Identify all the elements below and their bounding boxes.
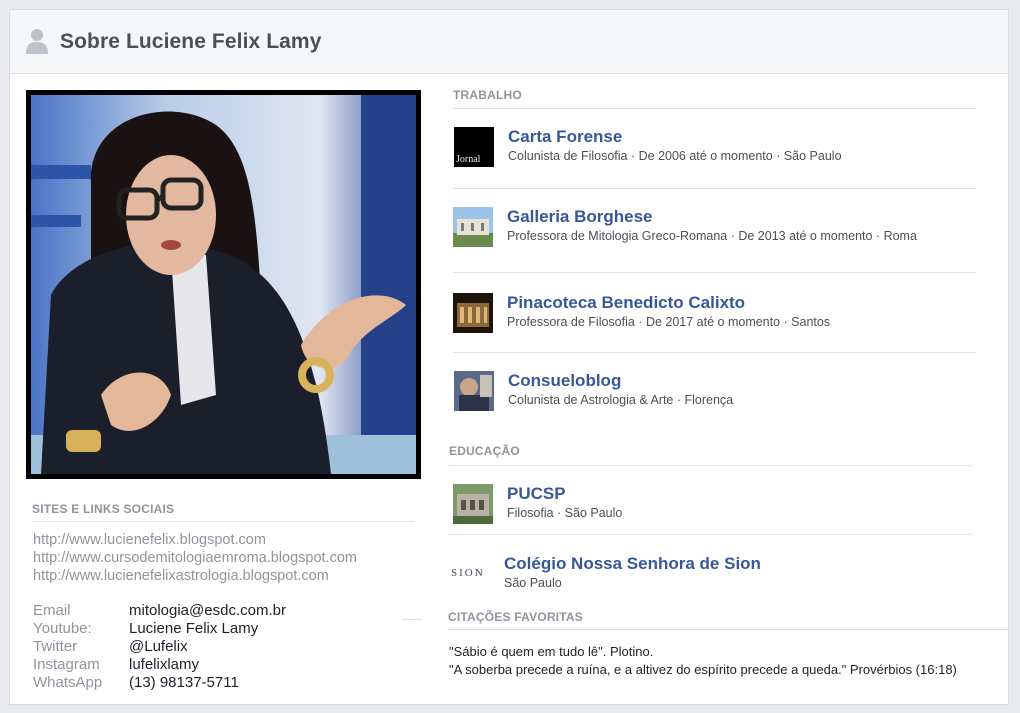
divider	[448, 629, 1008, 630]
sion-logo: SION	[450, 554, 490, 594]
education-name[interactable]: Colégio Nossa Senhora de Sion	[504, 554, 761, 574]
contact-row-youtube: Youtube: Luciene Felix Lamy	[33, 620, 286, 638]
divider	[453, 108, 976, 109]
contact-value[interactable]: @Lufelix	[129, 638, 188, 656]
work-section-title: TRABALHO	[453, 88, 522, 102]
contact-label: Email	[33, 602, 71, 619]
quote-line: "A soberba precede a ruína, e a altivez …	[449, 662, 957, 677]
divider	[449, 465, 972, 466]
about-header: Sobre Luciene Felix Lamy	[10, 10, 1008, 74]
contact-row-instagram: Instagram lufelixlamy	[33, 656, 286, 674]
contact-list: Email mitologia@esdc.com.br Youtube: Luc…	[33, 602, 286, 692]
education-name[interactable]: PUCSP	[507, 484, 566, 504]
logo-text: SION	[451, 567, 485, 579]
quote-line: "Sábio é quem em tudo lê". Plotino.	[449, 644, 654, 659]
pucsp-logo	[453, 484, 493, 524]
education-item-pucsp[interactable]: PUCSP Filosofia · São Paulo	[453, 484, 993, 526]
divider	[32, 521, 414, 522]
contact-value[interactable]: Luciene Felix Lamy	[129, 620, 258, 638]
work-name[interactable]: Consueloblog	[508, 371, 621, 391]
work-name[interactable]: Pinacoteca Benedicto Calixto	[507, 293, 745, 313]
profile-photo[interactable]	[26, 90, 421, 479]
consueloblog-logo	[454, 371, 494, 411]
education-section-title: EDUCAÇÃO	[449, 444, 520, 458]
logo-text: Jornal	[456, 154, 481, 165]
favorite-quotes: "Sábio é quem em tudo lê". Plotino. "A s…	[449, 643, 957, 679]
divider	[453, 352, 976, 353]
contact-value[interactable]: (13) 98137-5711	[129, 674, 239, 692]
about-card: Sobre Luciene Felix Lamy SITES E LINKS S…	[9, 9, 1009, 705]
divider	[453, 272, 976, 273]
contact-row-twitter: Twitter @Lufelix	[33, 638, 286, 656]
work-meta: Colunista de Astrologia & Arte · Florenç…	[508, 393, 734, 407]
galleria-borghese-logo	[453, 207, 493, 247]
work-item-galleria-borghese[interactable]: Galleria Borghese Professora de Mitologi…	[453, 207, 993, 249]
contact-label: Youtube:	[33, 620, 92, 637]
page-title: Sobre Luciene Felix Lamy	[60, 30, 322, 53]
work-item-consueloblog[interactable]: Consueloblog Colunista de Astrologia & A…	[454, 371, 994, 413]
sites-section-title: SITES E LINKS SOCIAIS	[32, 502, 175, 516]
sites-list: http://www.lucienefelix.blogspot.com htt…	[33, 531, 357, 585]
divider	[402, 619, 422, 620]
education-meta: Filosofia · São Paulo	[507, 506, 623, 520]
work-meta: Professora de Mitologia Greco-Romana · D…	[507, 229, 917, 243]
pinacoteca-logo	[453, 293, 493, 333]
work-name[interactable]: Carta Forense	[508, 127, 622, 147]
contact-row-email: Email mitologia@esdc.com.br	[33, 602, 286, 620]
contact-label: WhatsApp	[33, 674, 103, 691]
column-gap	[440, 610, 442, 704]
site-link[interactable]: http://www.lucienefelix.blogspot.com	[33, 531, 357, 549]
profile-photo-image	[31, 95, 416, 474]
contact-value[interactable]: lufelixlamy	[129, 656, 199, 674]
work-meta: Professora de Filosofia · De 2017 até o …	[507, 315, 831, 329]
site-link[interactable]: http://www.cursodemitologiaemroma.blogsp…	[33, 549, 357, 567]
divider	[453, 188, 976, 189]
contact-value[interactable]: mitologia@esdc.com.br	[129, 602, 286, 620]
site-link[interactable]: http://www.lucienefelixastrologia.blogsp…	[33, 567, 357, 585]
carta-forense-logo: Jornal	[454, 127, 494, 167]
education-meta: São Paulo	[504, 576, 562, 590]
work-name[interactable]: Galleria Borghese	[507, 207, 653, 227]
person-icon	[26, 29, 48, 54]
divider	[449, 534, 972, 535]
work-item-carta-forense[interactable]: Jornal Carta Forense Colunista de Filoso…	[454, 127, 994, 169]
work-meta: Colunista de Filosofia · De 2006 até o m…	[508, 149, 842, 163]
work-item-pinacoteca[interactable]: Pinacoteca Benedicto Calixto Professora …	[453, 293, 993, 335]
contact-label: Instagram	[33, 656, 100, 673]
contact-row-whatsapp: WhatsApp (13) 98137-5711	[33, 674, 286, 692]
contact-label: Twitter	[33, 638, 78, 655]
education-item-sion[interactable]: SION Colégio Nossa Senhora de Sion São P…	[450, 554, 990, 596]
quotes-section-title: CITAÇÕES FAVORITAS	[448, 610, 583, 624]
